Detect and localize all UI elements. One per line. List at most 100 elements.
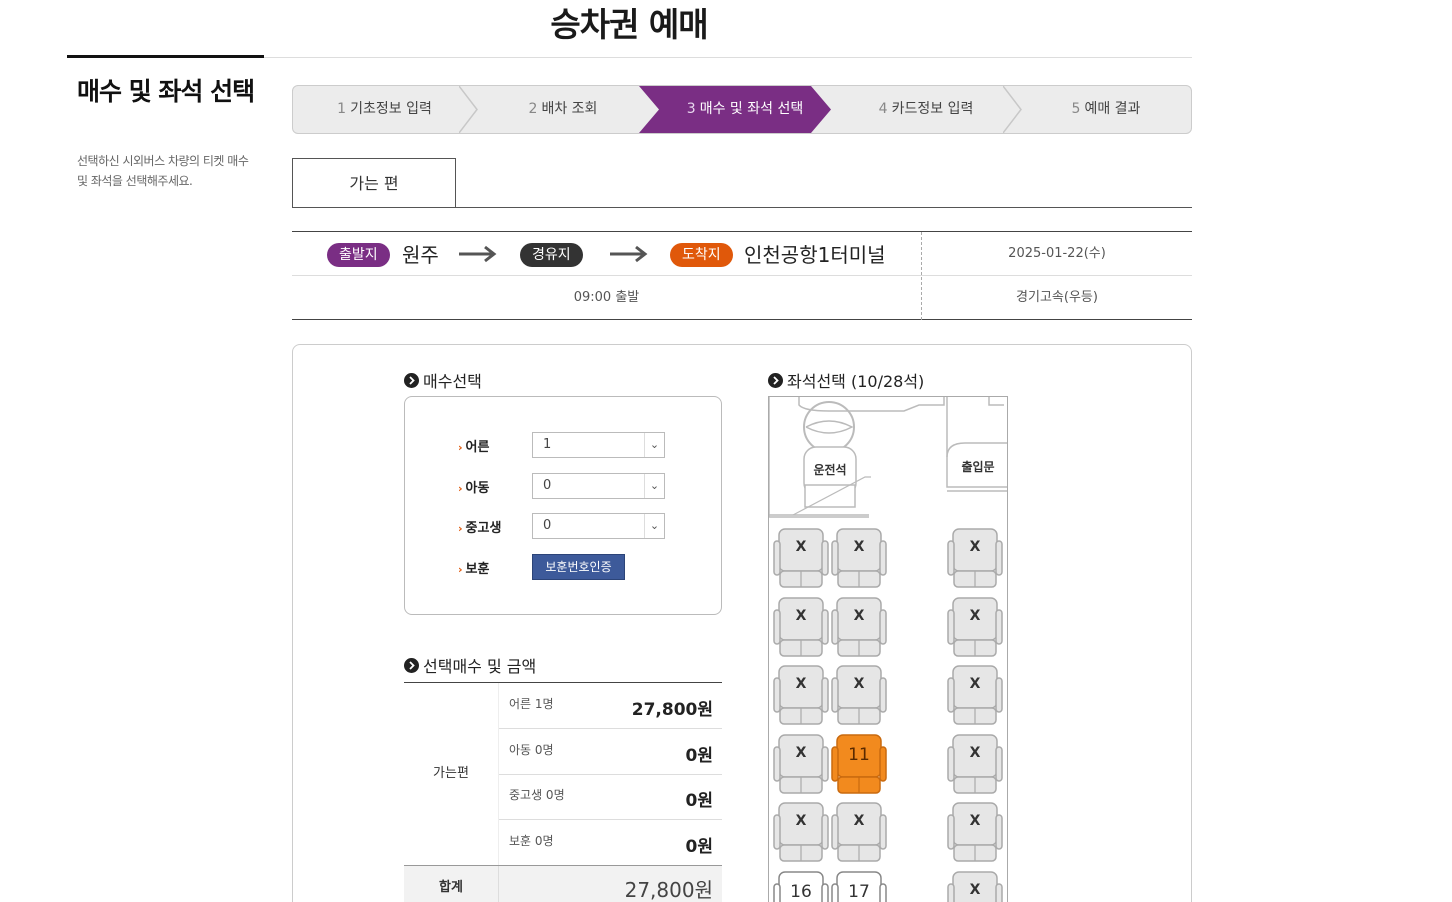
- seat-sold: X: [947, 870, 1003, 902]
- section-title-text: 매수선택: [423, 372, 482, 391]
- step-label: 예매 결과: [1084, 101, 1141, 117]
- bus-company: 경기고속(우등): [1016, 290, 1098, 305]
- driver-seat-label: 운전석: [813, 463, 847, 477]
- price-row-child: 아동 0명 0원: [499, 729, 722, 775]
- seat-sold: X: [773, 801, 829, 865]
- chevron-right-icon: ›: [458, 522, 463, 535]
- seat-available[interactable]: 17: [831, 870, 887, 902]
- tab-outbound[interactable]: 가는 편: [292, 158, 456, 208]
- price-section-title: 선택매수 및 금액: [404, 653, 536, 677]
- price-row-label: 보훈 0명: [509, 834, 554, 848]
- seat-label: 16: [790, 881, 812, 902]
- tab-underline: [292, 207, 1192, 208]
- step-number: 1: [337, 101, 347, 117]
- seat-label: X: [853, 813, 865, 829]
- step-2: 2 배차 조회: [476, 86, 650, 133]
- seat-sold: X: [831, 527, 887, 591]
- price-row-label: 어른 1명: [509, 697, 554, 711]
- arrival-badge: 도착지: [670, 243, 733, 267]
- seat-selected[interactable]: 11: [831, 733, 887, 797]
- chevron-down-icon: ⌄: [644, 433, 664, 457]
- arrow-right-icon: [610, 245, 648, 263]
- chevron-circle-icon: [404, 372, 419, 388]
- section-title-text: 선택매수 및 금액: [423, 657, 537, 676]
- chevron-down-icon: ⌄: [644, 514, 664, 538]
- step-label: 매수 및 좌석 선택: [699, 101, 804, 117]
- child-count-select[interactable]: 0 ⌄: [532, 473, 665, 499]
- step-number: 5: [1071, 101, 1081, 117]
- seat-label: X: [969, 607, 981, 624]
- step-number: 4: [878, 101, 888, 117]
- step-number: 3: [686, 101, 696, 117]
- step-label: 기초정보 입력: [350, 101, 432, 117]
- step-3: 3 매수 및 좌석 선택: [659, 86, 831, 133]
- section-description: 선택하신 시외버스 차량의 티켓 매수 및 좌석을 선택해주세요.: [77, 154, 249, 188]
- price-group-label: 가는편: [404, 683, 499, 865]
- divider-accent: [67, 55, 264, 58]
- seat-label: X: [969, 744, 981, 761]
- seat-sold: X: [773, 596, 829, 660]
- total-label: 합계: [404, 866, 499, 902]
- seat-sold: X: [947, 596, 1003, 660]
- seat-sold: X: [773, 664, 829, 728]
- step-label: 배차 조회: [541, 101, 598, 117]
- adult-count-select[interactable]: 1 ⌄: [532, 432, 665, 458]
- seat-label: X: [795, 813, 807, 829]
- seat-label: X: [969, 539, 981, 555]
- section-heading: 매수 및 좌석 선택: [77, 77, 255, 106]
- seat-sold: X: [831, 596, 887, 660]
- seat-sold: X: [831, 801, 887, 865]
- seat-sold: X: [947, 733, 1003, 797]
- step-label: 카드정보 입력: [891, 101, 974, 117]
- count-section-title: 매수선택: [404, 368, 482, 392]
- seat-sold: X: [773, 733, 829, 797]
- chevron-down-icon: ⌄: [644, 474, 664, 498]
- seat-map: 운전석 출입문 X X X X X X X X X X 11 X X X X 16 17 X: [768, 396, 1008, 902]
- seat-label: X: [795, 744, 807, 761]
- seat-sold: X: [947, 527, 1003, 591]
- via-badge: 경유지: [520, 243, 583, 267]
- door-label: 출입문: [961, 460, 995, 474]
- section-title-text: 좌석선택 (10/28석): [787, 372, 925, 391]
- price-row-value: 27,800원: [631, 700, 713, 720]
- seat-label: 11: [848, 744, 870, 765]
- seat-sold: X: [773, 527, 829, 591]
- step-4: 4 카드정보 입력: [831, 86, 1021, 133]
- price-row-label: 아동 0명: [509, 743, 554, 757]
- ticket-count-box: › 어른 1 ⌄ › 아동 0 ⌄ › 중고생 0 ⌄ › 보훈 보훈번호인증: [404, 396, 722, 615]
- seat-label: X: [853, 676, 865, 692]
- price-row-value: 0원: [685, 837, 713, 857]
- progress-stepper: 1 기초정보 입력 2 배차 조회 3 매수 및 좌석 선택 4 카드정보 입력 5 예매…: [292, 85, 1192, 134]
- departure-place: 원주: [402, 243, 439, 267]
- seat-sold: X: [947, 801, 1003, 865]
- seat-label: X: [969, 881, 981, 898]
- seat-sold: X: [831, 664, 887, 728]
- chevron-circle-icon: [768, 372, 783, 388]
- price-total-row: 합계 27,800원: [404, 865, 722, 902]
- price-row-student: 중고생 0명 0원: [499, 774, 722, 820]
- arrival-place: 인천공항1터미널: [744, 243, 886, 267]
- price-row-veteran: 보훈 0명 0원: [499, 820, 722, 866]
- veteran-label: › 보훈: [458, 562, 490, 577]
- seat-label: X: [795, 539, 807, 555]
- price-row-value: 0원: [685, 791, 713, 811]
- price-row-adult: 어른 1명 27,800원: [499, 683, 722, 729]
- departure-time: 09:00 출발: [573, 290, 640, 305]
- adult-label: › 어른: [458, 440, 490, 455]
- seat-label: X: [969, 813, 981, 829]
- step-number: 2: [528, 101, 538, 117]
- step-separator-icon: [1003, 86, 1022, 133]
- price-row-label: 중고생 0명: [509, 788, 565, 802]
- route-info: 출발지 원주 경유지 도착지 인천공항1터미널 2025-01-22(수) 09…: [292, 231, 1192, 320]
- student-label: › 중고생: [458, 521, 502, 536]
- chevron-right-icon: ›: [458, 441, 463, 454]
- veteran-verify-button[interactable]: 보훈번호인증: [532, 554, 625, 580]
- arrow-right-icon: [459, 245, 497, 263]
- seat-label: 17: [848, 881, 870, 902]
- departure-date: 2025-01-22(수): [1008, 246, 1106, 261]
- seat-label: X: [853, 607, 865, 624]
- student-count-select[interactable]: 0 ⌄: [532, 513, 665, 539]
- step-1: 1 기초정보 입력: [293, 86, 476, 133]
- seat-section-title: 좌석선택 (10/28석): [768, 368, 924, 392]
- seat-available[interactable]: 16: [773, 870, 829, 902]
